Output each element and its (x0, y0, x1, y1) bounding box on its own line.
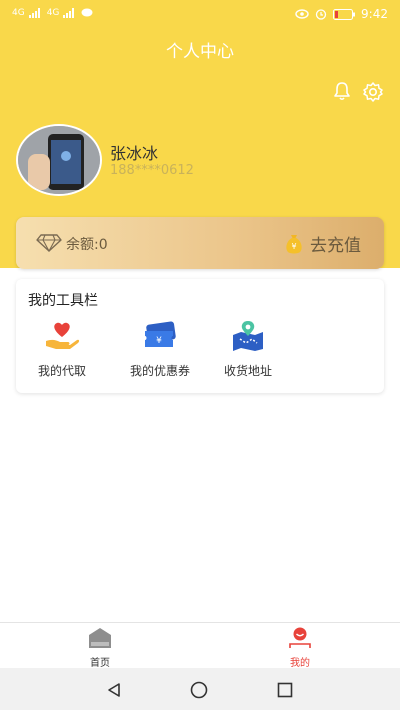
nav-mine[interactable]: 我的 (260, 627, 340, 669)
balance-amount: 余额:0 (66, 237, 108, 253)
status-left: 4G 4G (12, 8, 93, 18)
avatar-photo-icon (18, 126, 100, 194)
status-time: 9:42 (361, 7, 388, 21)
signal-icon (28, 8, 40, 18)
tool-my-pickup[interactable]: 我的代取 (22, 319, 102, 379)
tool-label-address: 收货地址 (223, 364, 272, 378)
back-icon[interactable] (106, 682, 122, 698)
gear-icon[interactable] (362, 81, 384, 103)
coupon-icon: ¥ (145, 321, 176, 347)
user-name: 张冰冰 (110, 144, 159, 163)
heart-hand-icon (46, 322, 80, 349)
eye-icon (295, 9, 309, 19)
nav-mine-label: 我的 (290, 658, 310, 669)
battery-icon (333, 8, 356, 20)
avatar[interactable] (16, 124, 102, 196)
svg-text:¥: ¥ (291, 242, 296, 251)
signal-icon-2 (63, 8, 75, 18)
home-circle-icon[interactable] (190, 681, 208, 699)
svg-text:¥: ¥ (156, 336, 162, 346)
profile-smile-icon (289, 627, 311, 648)
balance-card: 余额:0 ¥ 去充值 (16, 217, 384, 269)
tool-address[interactable]: 收货地址 (208, 319, 288, 379)
tool-my-coupons[interactable]: ¥ 我的优惠券 (120, 319, 200, 379)
page-title: 个人中心 (166, 42, 234, 62)
tool-label-pickup: 我的代取 (37, 364, 86, 378)
recents-icon[interactable] (277, 682, 293, 698)
system-nav-bar (0, 668, 400, 710)
toolbar-title: 我的工具栏 (28, 293, 98, 309)
diamond-icon (36, 234, 62, 253)
toolbar-card: 我的工具栏 我的代取 ¥ 我的优惠券 收货地址 (16, 279, 384, 393)
coin-bag-icon: ¥ (286, 235, 302, 254)
tool-label-coupons: 我的优惠券 (129, 364, 190, 378)
user-phone: 188****0612 (110, 163, 194, 178)
chat-icon (81, 8, 93, 17)
bell-icon[interactable] (332, 81, 352, 101)
network-badge: 4G (12, 8, 25, 18)
bottom-nav: 首页 我的 (0, 622, 400, 669)
status-bar: 4G 4G 9:42 (0, 0, 400, 30)
alarm-icon (315, 9, 327, 20)
network-badge-2: 4G (46, 8, 60, 18)
nav-home-label: 首页 (90, 658, 110, 669)
nav-home[interactable]: 首页 (60, 627, 140, 669)
status-right: 9:42 (295, 7, 388, 21)
home-icon (89, 628, 111, 648)
map-pin-icon (233, 321, 263, 351)
recharge-button[interactable]: 去充值 (310, 231, 361, 256)
